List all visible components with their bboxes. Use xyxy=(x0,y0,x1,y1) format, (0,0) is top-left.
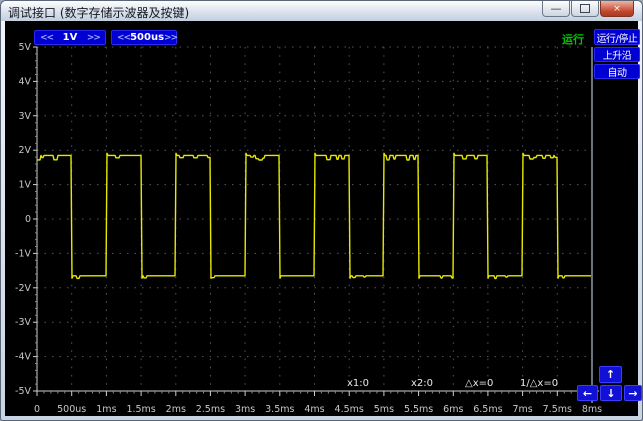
x-tick-label: 5.5ms xyxy=(404,404,433,415)
volt-increase-button[interactable]: >> xyxy=(87,33,100,43)
measurement-delta-x: △x=0 xyxy=(465,378,493,389)
x-tick-label: 3.5ms xyxy=(265,404,294,415)
x-tick-label: 2ms xyxy=(166,404,186,415)
time-scale-control[interactable]: << 500us >> xyxy=(111,30,177,45)
y-tick-label: 3V xyxy=(18,111,31,122)
volt-scale-control[interactable]: << 1V >> xyxy=(34,30,106,45)
app-window: 调试接口 (数字存储示波器及按键) — × 5V4V3V2V1V0-1V-2V-… xyxy=(0,0,643,421)
y-tick-label: 5V xyxy=(18,42,31,53)
x-tick-label: 1.5ms xyxy=(126,404,155,415)
x-tick-label: 6.5ms xyxy=(473,404,502,415)
volt-decrease-button[interactable]: << xyxy=(40,33,53,43)
x-tick-label: 4.5ms xyxy=(335,404,364,415)
x-tick-label: 2.5ms xyxy=(196,404,225,415)
pan-right-button[interactable]: → xyxy=(624,385,642,401)
x-tick-label: 7ms xyxy=(512,404,532,415)
scope-axes xyxy=(33,47,599,403)
x-tick-label: 4ms xyxy=(304,404,324,415)
measurement-x2: x2:0 xyxy=(411,378,433,389)
measurement-inv-delta-x: 1/△x=0 xyxy=(520,378,558,389)
pan-left-button[interactable]: ← xyxy=(577,385,598,401)
measurement-x1: x1:0 xyxy=(347,378,369,389)
y-tick-label: 2V xyxy=(18,145,31,156)
time-increase-button[interactable]: >> xyxy=(164,33,177,43)
x-tick-label: 1ms xyxy=(96,404,116,415)
y-tick-label: 0 xyxy=(25,214,31,225)
y-tick-label: 1V xyxy=(18,180,31,191)
x-tick-label: 500us xyxy=(57,404,86,415)
run-stop-button[interactable]: 运行/停止 xyxy=(594,29,640,45)
y-tick-label: -3V xyxy=(15,317,31,328)
x-tick-label: 7.5ms xyxy=(543,404,572,415)
y-tick-label: -1V xyxy=(15,248,31,259)
x-tick-label: 5ms xyxy=(374,404,394,415)
x-tick-label: 0 xyxy=(34,404,40,415)
pan-down-button[interactable]: ↓ xyxy=(600,385,622,401)
x-tick-label: 8ms xyxy=(582,404,602,415)
volt-scale-value: 1V xyxy=(63,32,78,43)
y-tick-label: 4V xyxy=(18,76,31,87)
pan-up-button[interactable]: ↑ xyxy=(599,366,622,383)
auto-button[interactable]: 自动 xyxy=(594,64,640,79)
oscilloscope-display[interactable]: 5V4V3V2V1V0-1V-2V-3V-4V-5V0500us1ms1.5ms… xyxy=(1,1,643,421)
trigger-edge-button[interactable]: 上升沿 xyxy=(594,47,640,62)
y-tick-label: -2V xyxy=(15,283,31,294)
time-decrease-button[interactable]: << xyxy=(117,33,130,43)
x-tick-label: 6ms xyxy=(443,404,463,415)
run-status-text: 运行 xyxy=(562,31,584,47)
y-tick-label: -5V xyxy=(15,386,31,397)
y-tick-label: -4V xyxy=(15,352,31,363)
time-scale-value: 500us xyxy=(130,32,164,43)
waveform-trace xyxy=(37,153,591,278)
scope-tick-labels: 5V4V3V2V1V0-1V-2V-3V-4V-5V0500us1ms1.5ms… xyxy=(15,42,602,415)
x-tick-label: 3ms xyxy=(235,404,255,415)
